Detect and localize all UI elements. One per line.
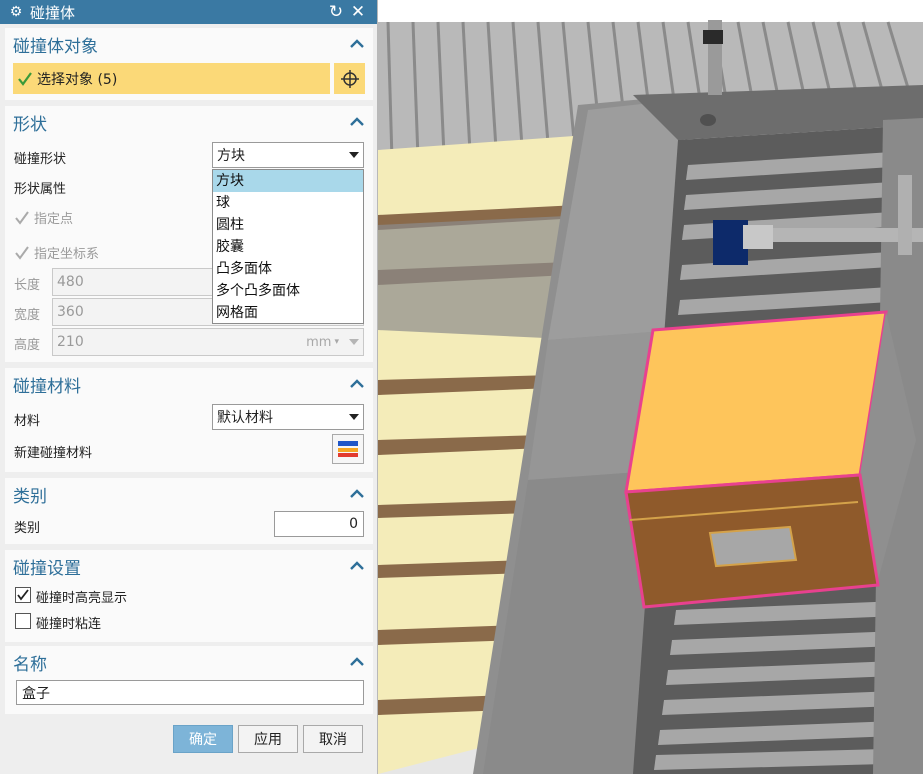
material-select[interactable]: 默认材料 (212, 404, 364, 430)
width-label: 宽度 (14, 308, 41, 323)
section-title: 碰撞设置 (13, 558, 81, 579)
new-material-button[interactable] (332, 434, 364, 464)
section-header-settings[interactable]: 碰撞设置 (5, 550, 373, 582)
gear-icon: ⚙ (9, 4, 23, 20)
section-name: 名称 盒子 (5, 646, 373, 714)
section-title: 类别 (13, 486, 47, 507)
dropdown-arrow-icon (349, 339, 359, 345)
conveyor-scene (378, 0, 923, 774)
checkmark-icon (15, 245, 29, 260)
shape-option[interactable]: 球 (213, 192, 363, 214)
collision-shape-dropdown: 方块 球 圆柱 胶囊 凸多面体 多个凸多面体 网格面 (212, 169, 364, 324)
category-value: 0 (349, 516, 358, 532)
height-value: 210 (57, 334, 84, 350)
highlight-checkbox[interactable] (15, 587, 31, 603)
stick-checkbox[interactable] (15, 613, 31, 629)
section-title: 碰撞体对象 (13, 36, 98, 57)
unit-label: mm (306, 334, 332, 350)
length-label: 长度 (14, 278, 41, 293)
height-field: 210 mm ▾ (52, 328, 364, 356)
section-collision-settings: 碰撞设置 碰撞时高亮显示 碰撞时粘连 (5, 550, 373, 642)
collision-body-dialog: ⚙ 碰撞体 ↻ ✕ 碰撞体对象 选择对象 (5) 形状 碰撞形状 方块 形状属性… (0, 0, 378, 774)
reset-icon[interactable]: ↻ (325, 2, 347, 22)
chevron-up-icon[interactable] (349, 114, 365, 130)
width-value: 360 (57, 304, 84, 320)
collision-shape-select[interactable]: 方块 (212, 142, 364, 168)
section-header-material[interactable]: 碰撞材料 (5, 368, 373, 400)
length-value: 480 (57, 274, 84, 290)
section-category: 类别 类别 0 (5, 478, 373, 544)
ok-button[interactable]: 确定 (173, 725, 233, 753)
collision-shape-value: 方块 (217, 148, 245, 164)
shape-option[interactable]: 多个凸多面体 (213, 280, 363, 302)
name-input[interactable]: 盒子 (16, 680, 364, 705)
dialog-title: 碰撞体 (30, 3, 76, 22)
specify-csys-row: 指定坐标系 (14, 243, 99, 262)
section-header-name[interactable]: 名称 (5, 646, 373, 678)
dropdown-arrow-icon (349, 414, 359, 420)
chevron-up-icon[interactable] (349, 36, 365, 52)
shape-option[interactable]: 方块 (213, 170, 363, 192)
shape-option[interactable]: 圆柱 (213, 214, 363, 236)
3d-viewport[interactable] (378, 0, 923, 774)
new-material-label: 新建碰撞材料 (14, 446, 93, 461)
section-header-category[interactable]: 类别 (5, 478, 373, 510)
material-label: 材料 (14, 414, 41, 429)
shape-properties-label: 形状属性 (14, 182, 67, 197)
material-value: 默认材料 (217, 410, 273, 426)
highlight-label: 碰撞时高亮显示 (36, 591, 128, 606)
height-label: 高度 (14, 338, 41, 353)
select-object-bar[interactable]: 选择对象 (5) (13, 63, 330, 94)
close-icon[interactable]: ✕ (347, 2, 369, 22)
material-icon (338, 441, 358, 457)
section-collision-object: 碰撞体对象 选择对象 (5) (5, 28, 373, 100)
section-title: 名称 (13, 654, 47, 675)
section-header-shape[interactable]: 形状 (5, 106, 373, 138)
shape-option[interactable]: 胶囊 (213, 236, 363, 258)
apply-button[interactable]: 应用 (238, 725, 298, 753)
checkmark-icon (18, 71, 32, 86)
name-value: 盒子 (22, 685, 50, 702)
section-header-collision-object[interactable]: 碰撞体对象 (5, 28, 373, 60)
checkmark-icon (15, 210, 29, 225)
section-title: 碰撞材料 (13, 376, 81, 397)
crosshair-icon (340, 69, 359, 88)
dropdown-arrow-icon (349, 152, 359, 158)
section-title: 形状 (13, 114, 47, 135)
shape-option[interactable]: 网格面 (213, 302, 363, 324)
category-input[interactable]: 0 (274, 511, 364, 537)
chevron-up-icon[interactable] (349, 558, 365, 574)
chevron-up-icon[interactable] (349, 376, 365, 392)
shape-option[interactable]: 凸多面体 (213, 258, 363, 280)
checkmark-icon (17, 589, 29, 601)
crosshair-button[interactable] (334, 63, 365, 94)
specify-point-row: 指定点 (14, 208, 73, 227)
select-object-label: 选择对象 (5) (37, 71, 118, 88)
unit-dropdown-icon: ▾ (334, 337, 339, 347)
chevron-up-icon[interactable] (349, 486, 365, 502)
section-collision-material: 碰撞材料 材料 默认材料 新建碰撞材料 (5, 368, 373, 472)
chevron-up-icon[interactable] (349, 654, 365, 670)
specify-point-label: 指定点 (34, 212, 74, 227)
specify-csys-label: 指定坐标系 (34, 247, 100, 262)
category-label: 类别 (14, 521, 41, 536)
stick-label: 碰撞时粘连 (36, 617, 102, 632)
dialog-titlebar: ⚙ 碰撞体 ↻ ✕ (0, 0, 377, 24)
cancel-button[interactable]: 取消 (303, 725, 363, 753)
collision-shape-label: 碰撞形状 (14, 152, 67, 167)
